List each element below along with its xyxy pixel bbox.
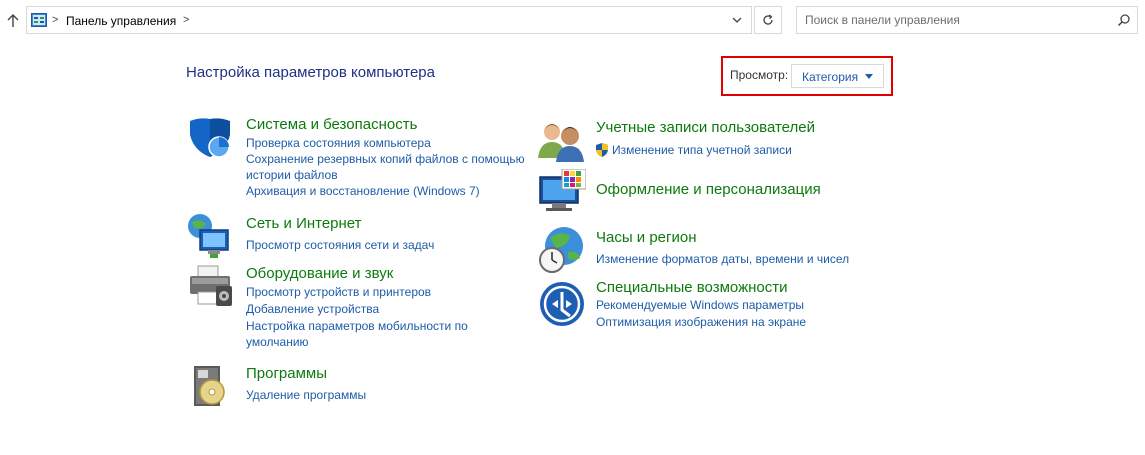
link-recommended-windows-settings[interactable]: Рекомендуемые Windows параметры bbox=[596, 297, 896, 313]
link-network-status-tasks[interactable]: Просмотр состояния сети и задач bbox=[246, 237, 546, 253]
address-bar[interactable]: > Панель управления > bbox=[26, 6, 752, 34]
search-input[interactable] bbox=[797, 7, 1107, 33]
link-check-computer-status[interactable]: Проверка состояния компьютера bbox=[246, 135, 546, 151]
dropdown-arrow-icon bbox=[865, 74, 873, 79]
category-title-clock-region[interactable]: Часы и регион bbox=[596, 229, 697, 246]
refresh-button[interactable] bbox=[754, 6, 782, 34]
programs-disc-icon[interactable] bbox=[186, 362, 234, 410]
category-title-user-accounts[interactable]: Учетные записи пользователей bbox=[596, 119, 815, 136]
link-date-time-formats[interactable]: Изменение форматов даты, времени и чисел bbox=[596, 251, 896, 267]
breadcrumb-separator[interactable]: > bbox=[52, 14, 58, 26]
search-icon[interactable] bbox=[1117, 13, 1131, 27]
ease-of-access-icon[interactable] bbox=[538, 280, 586, 328]
category-title-ease-of-access[interactable]: Специальные возможности bbox=[596, 279, 788, 296]
navigation-bar: > Панель управления > bbox=[0, 0, 1145, 42]
category-title-hardware-sound[interactable]: Оборудование и звук bbox=[246, 265, 393, 282]
shield-security-icon[interactable] bbox=[186, 115, 234, 163]
link-devices-printers[interactable]: Просмотр устройств и принтеров bbox=[246, 284, 546, 300]
category-title-programs[interactable]: Программы bbox=[246, 365, 327, 382]
network-globe-icon[interactable] bbox=[186, 212, 234, 260]
link-add-device[interactable]: Добавление устройства bbox=[246, 301, 546, 317]
breadcrumb-separator-end[interactable]: > bbox=[183, 14, 189, 26]
refresh-icon bbox=[763, 14, 773, 25]
uac-shield-icon bbox=[596, 143, 608, 157]
link-change-account-type[interactable]: Изменение типа учетной записи bbox=[612, 142, 872, 158]
view-label: Просмотр: bbox=[730, 68, 789, 82]
breadcrumb-control-panel[interactable]: Панель управления bbox=[66, 14, 176, 28]
category-title-network-internet[interactable]: Сеть и Интернет bbox=[246, 215, 362, 232]
chevron-down-icon bbox=[732, 17, 742, 23]
link-file-history-backup[interactable]: Сохранение резервных копий файлов с помо… bbox=[246, 151, 532, 183]
user-accounts-icon[interactable] bbox=[538, 118, 586, 166]
link-mobility-settings[interactable]: Настройка параметров мобильности по умол… bbox=[246, 318, 486, 350]
link-backup-restore-win7[interactable]: Архивация и восстановление (Windows 7) bbox=[246, 183, 546, 199]
category-title-system-security[interactable]: Система и безопасность bbox=[246, 116, 417, 133]
view-mode-highlight: Просмотр: Категория bbox=[721, 56, 893, 96]
address-history-dropdown[interactable] bbox=[723, 7, 751, 33]
clock-globe-icon[interactable] bbox=[538, 226, 586, 274]
control-panel-icon bbox=[31, 13, 47, 27]
category-title-appearance[interactable]: Оформление и персонализация bbox=[596, 181, 821, 198]
link-optimize-visual-display[interactable]: Оптимизация изображения на экране bbox=[596, 314, 896, 330]
view-mode-value: Категория bbox=[802, 70, 859, 84]
link-uninstall-program[interactable]: Удаление программы bbox=[246, 387, 546, 403]
view-mode-select[interactable]: Категория bbox=[791, 64, 884, 88]
up-button[interactable] bbox=[4, 10, 22, 32]
appearance-monitor-icon[interactable] bbox=[538, 169, 586, 217]
printer-hardware-icon[interactable] bbox=[186, 262, 234, 310]
page-title: Настройка параметров компьютера bbox=[186, 64, 435, 81]
search-box[interactable] bbox=[796, 6, 1138, 34]
arrow-up-icon bbox=[7, 14, 19, 27]
